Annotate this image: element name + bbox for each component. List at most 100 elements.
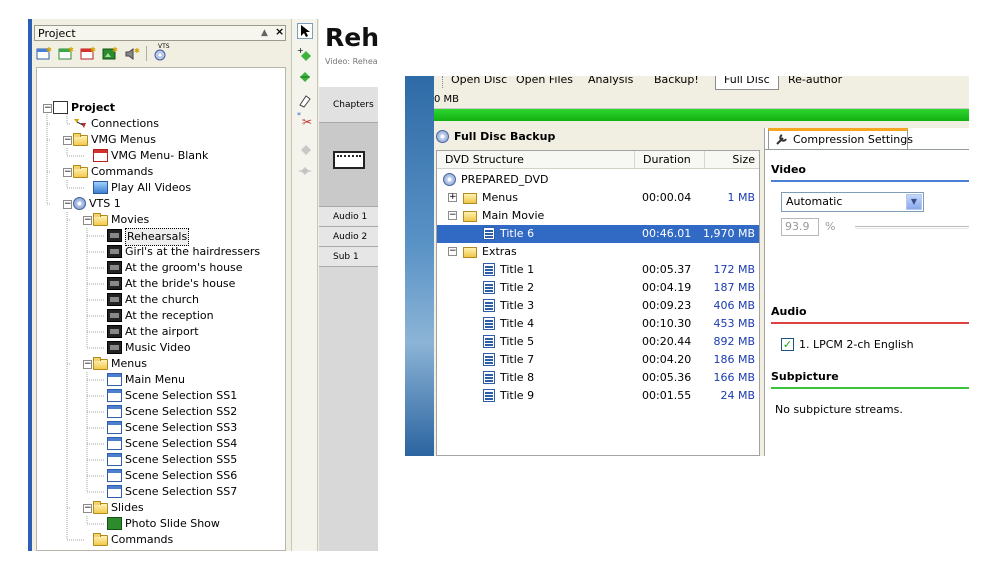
analysis-button[interactable]: Analysis: [588, 76, 633, 86]
quality-percent-input[interactable]: 93.9: [781, 218, 819, 236]
tree-item-brides-house[interactable]: At the bride's house: [107, 276, 235, 292]
video-mode-select[interactable]: Automatic ▼: [781, 192, 924, 212]
tree-item-hairdressers[interactable]: Girl's at the hairdressers: [107, 244, 260, 260]
list-row-title-7[interactable]: Title 7 00:04.20 186 MB: [437, 351, 759, 369]
chevron-down-icon[interactable]: ▼: [906, 194, 922, 210]
chapters-track[interactable]: Chapters: [319, 87, 378, 123]
tree-item-scene-selection-ss1[interactable]: Scene Selection SS1: [107, 388, 237, 404]
tree-item-label: Scene Selection SS4: [125, 437, 238, 450]
disc-icon: [443, 172, 456, 186]
list-row-title-9[interactable]: Title 9 00:01.55 24 MB: [437, 387, 759, 405]
vmg-menus-collapse-toggle[interactable]: −: [63, 136, 72, 145]
pointer-tool-icon[interactable]: [297, 23, 313, 39]
row-size: 453 MB: [713, 317, 755, 330]
cut-tool-icon[interactable]: * ✂: [297, 111, 313, 129]
list-row-title-5[interactable]: Title 5 00:20.44 892 MB: [437, 333, 759, 351]
tree-item-commands[interactable]: Commands: [73, 164, 153, 180]
list-row-title-3[interactable]: Title 3 00:09.23 406 MB: [437, 297, 759, 315]
commands-collapse-toggle[interactable]: −: [63, 168, 72, 177]
tree-item-movies[interactable]: Movies: [93, 212, 149, 228]
extras-collapse-toggle[interactable]: −: [448, 247, 457, 256]
tree-item-connections[interactable]: Connections: [73, 116, 159, 132]
folder-icon: [93, 501, 108, 514]
column-header-size[interactable]: Size: [705, 151, 759, 169]
list-row-menus[interactable]: + Menus 00:00.04 1 MB: [437, 189, 759, 207]
audio-track-checkbox[interactable]: ✓: [781, 338, 794, 351]
column-header-structure[interactable]: DVD Structure: [437, 151, 635, 169]
new-submenu-icon[interactable]: ✱: [80, 46, 96, 61]
re-author-button[interactable]: Re-author: [788, 76, 842, 86]
svg-text:✱: ✱: [112, 46, 118, 54]
tree-item-main-menu[interactable]: Main Menu: [107, 372, 185, 388]
full-disc-button[interactable]: Full Disc: [715, 76, 779, 90]
tree-item-menus[interactable]: Menus: [93, 356, 147, 372]
tree-item-vmg-menu-blank[interactable]: VMG Menu- Blank: [93, 148, 208, 164]
tree-item-scene-selection-ss3[interactable]: Scene Selection SS3: [107, 420, 237, 436]
tree-item-photo-slide-show[interactable]: Photo Slide Show: [107, 516, 220, 532]
new-menu-icon[interactable]: ✱: [58, 46, 74, 61]
project-tree[interactable]: − − − − − − − Project Connections VMG Me…: [36, 67, 286, 551]
project-panel-title: Project: [38, 27, 76, 40]
tree-item-grooms-house[interactable]: At the groom's house: [107, 260, 243, 276]
tree-item-play-all-videos[interactable]: Play All Videos: [93, 180, 191, 196]
list-row-title-1[interactable]: Title 1 00:05.37 172 MB: [437, 261, 759, 279]
new-vts-icon[interactable]: VTS: [152, 43, 170, 61]
vts1-collapse-toggle[interactable]: −: [63, 200, 72, 209]
tab-compression-settings[interactable]: Compression Settings: [768, 128, 913, 149]
project-collapse-toggle[interactable]: −: [43, 104, 52, 113]
pin-icon[interactable]: ▲: [261, 27, 268, 39]
tree-item-music-video[interactable]: Music Video: [107, 340, 191, 356]
backup-button[interactable]: Backup!: [654, 76, 699, 86]
audio2-track[interactable]: Audio 2: [319, 227, 378, 247]
audio1-track[interactable]: Audio 1: [319, 207, 378, 227]
new-vmg-menu-icon[interactable]: ✱: [36, 46, 52, 61]
tree-item-label: Menus: [111, 357, 147, 370]
video-track[interactable]: [319, 123, 378, 207]
main-movie-collapse-toggle[interactable]: −: [448, 211, 457, 220]
tree-item-label: Scene Selection SS3: [125, 421, 238, 434]
tree-item-vts1[interactable]: VTS 1: [73, 196, 121, 212]
slides-collapse-toggle[interactable]: −: [83, 504, 92, 513]
tree-item-commands-2[interactable]: Commands: [93, 532, 173, 548]
list-row-title-6[interactable]: Title 6 00:46.01 1,970 MB: [437, 225, 759, 243]
quality-slider[interactable]: [855, 226, 969, 229]
tree-item-scene-selection-ss5[interactable]: Scene Selection SS5: [107, 452, 237, 468]
list-row-title-4[interactable]: Title 4 00:10.30 453 MB: [437, 315, 759, 333]
movies-collapse-toggle[interactable]: −: [83, 216, 92, 225]
tree-item-reception[interactable]: At the reception: [107, 308, 214, 324]
tree-item-rehearsals[interactable]: Rehearsals: [107, 228, 190, 246]
menus-expand-toggle[interactable]: +: [448, 193, 457, 202]
eraser-tool-icon[interactable]: [297, 93, 313, 109]
tree-item-church[interactable]: At the church: [107, 292, 199, 308]
column-header-duration[interactable]: Duration: [635, 151, 705, 169]
close-icon[interactable]: ×: [275, 26, 284, 38]
tree-item-project[interactable]: Project: [53, 100, 115, 116]
list-row-title-8[interactable]: Title 8 00:05.36 166 MB: [437, 369, 759, 387]
folder-icon: [73, 133, 88, 146]
tree-item-scene-selection-ss7[interactable]: Scene Selection SS7: [107, 484, 237, 500]
tree-item-label: Scene Selection SS2: [125, 405, 238, 418]
project-panel-titlebar: Project ▲ ×: [34, 25, 286, 41]
new-slideshow-icon[interactable]: ✱: [102, 46, 118, 61]
tree-item-airport[interactable]: At the airport: [107, 324, 199, 340]
link-chapter-icon[interactable]: [297, 69, 313, 85]
menus-collapse-toggle[interactable]: −: [83, 360, 92, 369]
film-icon: [107, 309, 122, 322]
list-row-title-2[interactable]: Title 2 00:04.19 187 MB: [437, 279, 759, 297]
tree-item-vmg-menus[interactable]: VMG Menus: [73, 132, 156, 148]
row-name: Title 4: [500, 317, 535, 330]
tree-item-scene-selection-ss6[interactable]: Scene Selection SS6: [107, 468, 237, 484]
tree-item-scene-selection-ss4[interactable]: Scene Selection SS4: [107, 436, 237, 452]
add-chapter-icon[interactable]: +: [297, 46, 313, 63]
open-disc-button[interactable]: Open Disc: [451, 76, 507, 86]
open-files-button[interactable]: Open Files: [516, 76, 573, 86]
list-row-main-movie[interactable]: − Main Movie: [437, 207, 759, 225]
dvd-structure-list[interactable]: DVD Structure Duration Size PREPARED_DVD…: [436, 150, 760, 456]
sub1-track[interactable]: Sub 1: [319, 247, 378, 267]
tree-item-slides[interactable]: Slides: [93, 500, 144, 516]
list-row-extras[interactable]: − Extras: [437, 243, 759, 261]
new-audio-icon[interactable]: ✱: [124, 46, 140, 61]
row-duration: 00:05.37: [642, 263, 692, 276]
list-row-prepared-dvd[interactable]: PREPARED_DVD: [437, 171, 759, 189]
tree-item-scene-selection-ss2[interactable]: Scene Selection SS2: [107, 404, 237, 420]
